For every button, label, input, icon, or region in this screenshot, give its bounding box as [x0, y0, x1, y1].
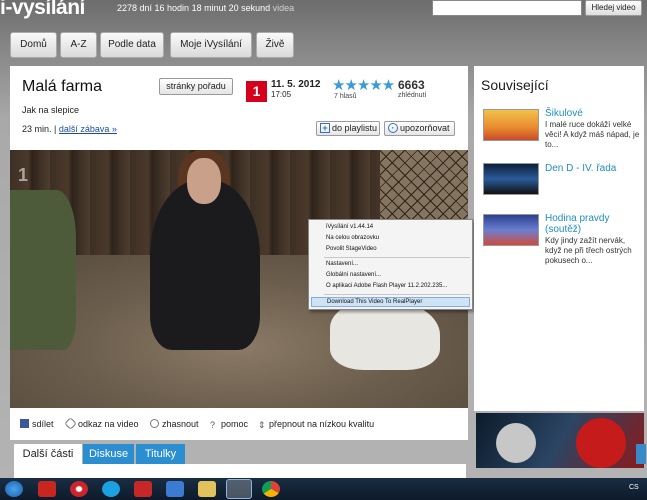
tab-more-episodes[interactable]: Další části — [14, 444, 82, 464]
rating-stars[interactable]: ★★★★★ — [332, 76, 395, 94]
related-title-hodina-pravdy[interactable]: Hodina pravdy (soutěž) — [545, 213, 640, 235]
related-title: Související — [481, 77, 549, 93]
nav-by-date[interactable]: Podle data — [100, 32, 164, 58]
bulb-icon — [150, 419, 159, 428]
related-title-den-d[interactable]: Den D - IV. řada — [545, 163, 616, 174]
media-player-icon[interactable] — [70, 481, 88, 497]
quality-toggle[interactable]: ⇕ přepnout na nízkou kvalitu — [258, 419, 375, 430]
quality-label: přepnout na nízkou kvalitu — [269, 419, 375, 429]
ad-helmet-right — [576, 418, 626, 468]
duration: 23 min. — [22, 124, 52, 134]
nav-a-z[interactable]: A-Z — [60, 32, 97, 58]
rating-votes: 7 hlasů — [334, 93, 357, 100]
link-button[interactable]: odkaz na video — [64, 417, 139, 430]
ctx-about-flash[interactable]: O aplikaci Adobe Flash Player 11.2.202.2… — [326, 283, 447, 289]
video-person-face — [187, 158, 221, 204]
start-button-icon[interactable] — [5, 481, 23, 497]
views-label: zhlédnutí — [398, 92, 427, 99]
nav-live[interactable]: Živě — [256, 32, 294, 58]
video-dog — [330, 300, 440, 370]
ctx-separator — [324, 294, 470, 295]
ad-helmet-left — [496, 423, 536, 463]
video-person-left — [10, 190, 76, 350]
tab-discussion[interactable]: Diskuse — [83, 444, 134, 464]
related-desc-hodina-pravdy: Kdy jindy zažít nervák, když ne při třec… — [545, 236, 632, 265]
ctx-download-realplayer[interactable]: Download This Video To RealPlayer — [311, 297, 470, 307]
share-button[interactable]: sdílet — [20, 419, 54, 429]
ie-icon[interactable] — [226, 479, 252, 499]
tab-subtitles[interactable]: Titulky — [136, 444, 185, 464]
skype-icon[interactable] — [102, 481, 120, 497]
folder-icon[interactable] — [198, 481, 216, 497]
link-label: odkaz na video — [78, 419, 139, 429]
link-icon — [64, 417, 77, 430]
related-title-sikulove[interactable]: Šikulové — [545, 108, 583, 119]
counter-suffix: videa — [272, 3, 295, 13]
language-indicator[interactable]: CS — [629, 484, 639, 491]
help-label: pomoc — [221, 419, 249, 429]
notify-label: upozorňovat — [400, 123, 450, 133]
ctx-settings[interactable]: Nastavení... — [326, 261, 358, 267]
ctx-stagevideo[interactable]: Povolit StageVideo — [326, 246, 377, 252]
ivysilani-logo[interactable]: i-vysílání — [0, 0, 85, 20]
plus-icon: + — [320, 123, 330, 133]
show-page-button[interactable]: stránky pořadu — [159, 78, 233, 95]
counter-text: 2278 dní 16 hodin 18 minut 20 sekund — [117, 3, 271, 13]
channel-watermark: 1 — [18, 165, 29, 185]
sidebar-ad-banner[interactable] — [476, 413, 644, 468]
updown-icon: ⇕ — [258, 420, 266, 430]
air-date: 11. 5. 2012 — [271, 79, 321, 90]
share-label: sdílet — [32, 419, 54, 429]
ctx-global-settings[interactable]: Globální nastavení... — [326, 272, 381, 278]
facebook-icon — [20, 419, 29, 428]
show-title: Malá farma — [22, 78, 103, 95]
search-input[interactable] — [432, 0, 582, 16]
ctx-fullscreen[interactable]: Na celou obrazovku — [326, 235, 379, 241]
ctx-version[interactable]: iVysílání v1.44.14 — [326, 224, 373, 230]
meta-line: 23 min. | další zábava » — [22, 124, 117, 134]
presentation-icon[interactable] — [134, 481, 152, 497]
network-icon[interactable] — [166, 481, 184, 497]
clock-icon: · — [388, 123, 398, 133]
air-time: 17:05 — [271, 90, 292, 99]
meta-separator: | — [54, 124, 57, 134]
lights-off-label: zhasnout — [162, 419, 199, 429]
nav-home[interactable]: Domů — [10, 32, 57, 58]
lights-off-button[interactable]: zhasnout — [150, 419, 199, 429]
chrome-icon[interactable] — [262, 481, 280, 497]
episode-title: Jak na slepice — [22, 105, 80, 115]
question-icon: ? — [210, 420, 216, 430]
playlist-label: do playlistu — [332, 123, 378, 133]
more-entertainment-link[interactable]: další zábava » — [59, 124, 117, 134]
search-button[interactable]: Hledej video — [585, 0, 642, 16]
nav-my-ivysilani[interactable]: Moje iVysílání — [170, 32, 252, 58]
flash-context-menu: iVysílání v1.44.14 Na celou obrazovku Po… — [308, 219, 473, 310]
views-count: 6663 — [398, 78, 425, 92]
tab-content — [14, 464, 466, 478]
notify-button[interactable]: · upozorňovat — [384, 121, 455, 136]
related-desc-sikulove: I malé ruce dokáží velké věci! A když má… — [545, 120, 640, 149]
windows-taskbar — [0, 478, 647, 500]
antivirus-icon[interactable] — [38, 481, 56, 497]
related-thumb-den-d[interactable] — [483, 163, 539, 195]
help-button[interactable]: ? pomoc — [210, 419, 249, 430]
archive-counter: 2278 dní 16 hodin 18 minut 20 sekund vid… — [117, 3, 294, 13]
related-thumb-hodina-pravdy[interactable] — [483, 214, 539, 246]
ctx-separator — [324, 257, 470, 258]
add-to-playlist-button[interactable]: + do playlistu — [316, 121, 380, 136]
related-thumb-sikulove[interactable] — [483, 109, 539, 141]
video-person-body — [150, 180, 260, 350]
ad-expand-button[interactable] — [636, 444, 646, 464]
ct1-channel-logo: 1 — [246, 81, 267, 102]
